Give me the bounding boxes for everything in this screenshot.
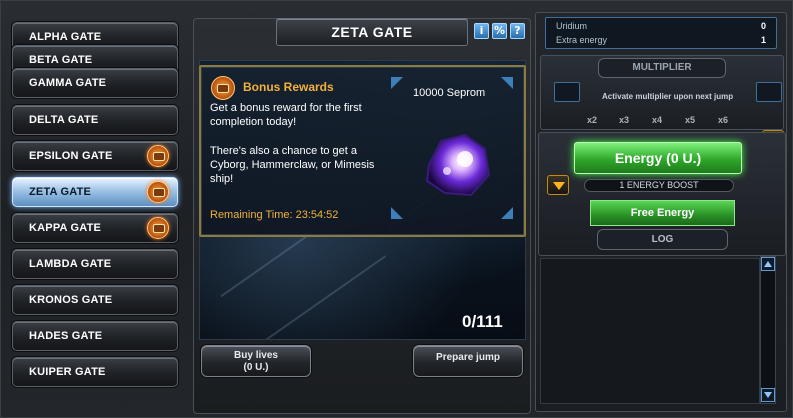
gate-label: ZETA GATE (29, 186, 92, 198)
gate-button-delta[interactable]: DELTA GATE (12, 105, 178, 135)
gate-label: EPSILON GATE (29, 150, 113, 162)
reward-amount: 10000 Seprom (413, 87, 486, 99)
log-area (540, 258, 760, 404)
gate-label: KUIPER GATE (29, 366, 106, 378)
gate-label: ALPHA GATE (29, 31, 102, 43)
currency-box: Uridium 0 Extra energy 1 (545, 17, 777, 49)
gate-label: GAMMA GATE (29, 77, 107, 89)
reward-chest-icon (147, 145, 169, 167)
extra-energy-value: 1 (760, 35, 766, 45)
gate-button-kuiper[interactable]: KUIPER GATE (12, 357, 178, 387)
multiplier-option-x3[interactable]: x3 (619, 115, 629, 125)
log-scrollbar[interactable] (760, 256, 776, 404)
gate-label: HADES GATE (29, 330, 103, 342)
bonus-reward-card: Bonus Rewards 10000 Seprom Get a bonus r… (199, 65, 526, 237)
multiplier-option-x4[interactable]: x4 (652, 115, 662, 125)
free-energy-button[interactable]: Free Energy (590, 200, 735, 226)
gate-button-lambda[interactable]: LAMBDA GATE (12, 249, 178, 279)
help-icon[interactable]: ? (510, 23, 525, 39)
percent-icon[interactable]: % (492, 23, 507, 39)
gate-progress-count: 0/111 (462, 312, 503, 331)
reward-description: Get a bonus reward for the first complet… (210, 102, 362, 128)
multiplier-option-x6[interactable]: x6 (718, 115, 728, 125)
uridium-value: 0 (760, 21, 766, 31)
multiplier-slot-left[interactable] (554, 82, 580, 102)
gate-label: KAPPA GATE (29, 222, 102, 234)
corner-bracket (391, 77, 403, 89)
energy-button[interactable]: Energy (0 U.) (574, 142, 742, 174)
corner-bracket (391, 207, 403, 219)
multiplier-checkbox[interactable] (756, 82, 782, 102)
info-icon[interactable]: i (474, 23, 489, 39)
multiplier-option-x2[interactable]: x2 (587, 115, 597, 125)
reward-ship-chance: There's also a chance to get a Cyborg, H… (210, 145, 375, 185)
gate-button-epsilon[interactable]: EPSILON GATE (12, 141, 178, 171)
gate-title: ZETA GATE (276, 18, 468, 46)
energy-boost-bar: 1 ENERGY BOOST (584, 179, 734, 192)
seprom-crystal-icon (425, 133, 491, 197)
gate-button-kappa[interactable]: KAPPA GATE (12, 213, 178, 243)
gate-label: DELTA GATE (29, 114, 99, 126)
uridium-label: Uridium (556, 21, 588, 31)
reward-chest-icon (147, 181, 169, 203)
gate-button-kronos[interactable]: KRONOS GATE (12, 285, 178, 315)
light-streak (253, 255, 387, 339)
log-button[interactable]: LOG (597, 229, 728, 250)
scroll-up-icon[interactable] (761, 257, 775, 271)
gate-button-hades[interactable]: HADES GATE (12, 321, 178, 351)
gate-label: BETA GATE (29, 54, 93, 66)
multiplier-option-x5[interactable]: x5 (685, 115, 695, 125)
gate-label: LAMBDA GATE (29, 258, 112, 270)
corner-bracket (501, 207, 513, 219)
gate-button-gamma[interactable]: GAMMA GATE (12, 68, 178, 98)
remaining-time: Remaining Time: 23:54:52 (210, 209, 339, 221)
light-streak (220, 226, 320, 298)
reward-chest-icon (211, 76, 235, 100)
buy-lives-button[interactable]: Buy lives (0 U.) (201, 345, 311, 377)
prepare-jump-button[interactable]: Prepare jump (413, 345, 523, 377)
extra-energy-label: Extra energy (556, 35, 608, 45)
buy-lives-label: Buy lives (234, 350, 278, 361)
multiplier-note: Activate multiplier upon next jump (602, 92, 734, 101)
buy-lives-cost: (0 U.) (243, 362, 269, 373)
reward-chest-icon (147, 217, 169, 239)
gate-label: KRONOS GATE (29, 294, 113, 306)
multiplier-button[interactable]: MULTIPLIER (598, 58, 726, 78)
reward-title: Bonus Rewards (243, 80, 334, 94)
scroll-down-icon[interactable] (761, 388, 775, 402)
gate-button-zeta[interactable]: ZETA GATE (12, 177, 178, 207)
collapse-arrow-icon[interactable] (547, 175, 569, 195)
corner-bracket (501, 77, 513, 89)
